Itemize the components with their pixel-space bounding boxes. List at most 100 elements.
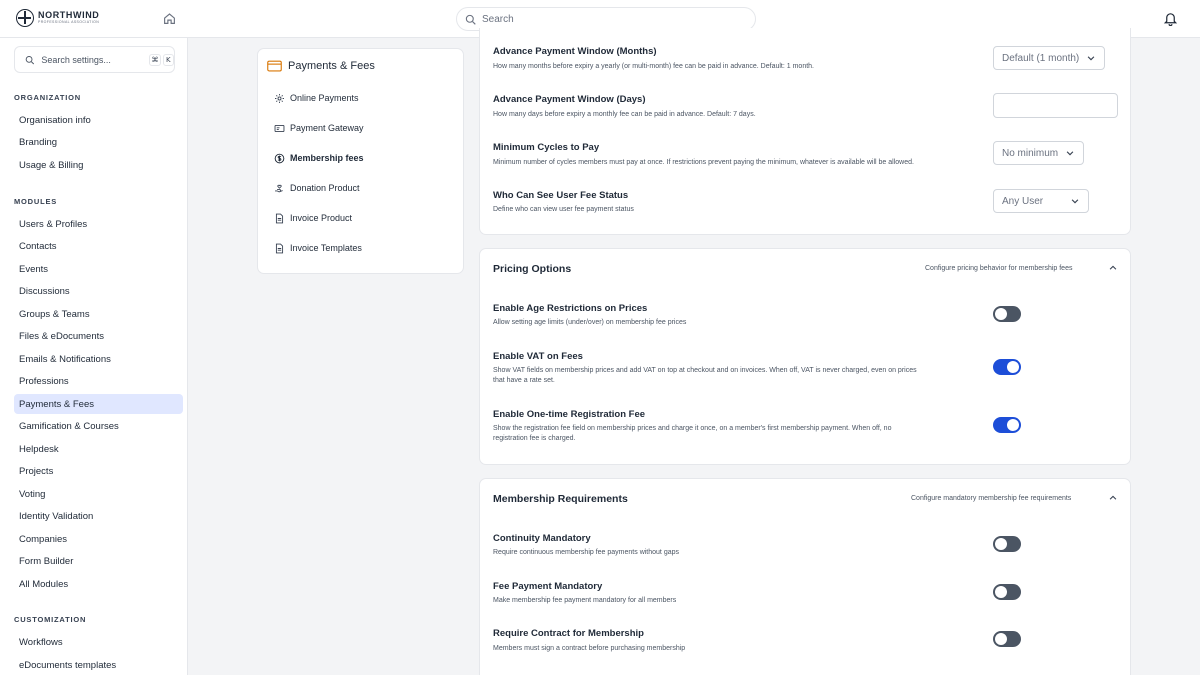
shortcut-key-k: K	[162, 53, 174, 66]
global-search-input[interactable]	[482, 13, 722, 25]
sidebar-item-workflows[interactable]: Workflows	[14, 632, 183, 652]
section-title-customization: CUSTOMIZATION	[14, 615, 87, 624]
min-cycles-select[interactable]: No minimum	[993, 141, 1084, 165]
bell-icon[interactable]	[1163, 11, 1178, 26]
age-restrictions-desc: Allow setting age limits (under/over) on…	[493, 319, 687, 326]
document-icon	[275, 213, 284, 223]
sidebar-item-users-profiles[interactable]: Users & Profiles	[14, 214, 183, 234]
registration-fee-desc-line-1: Show the registration fee field on membe…	[493, 425, 892, 432]
home-icon[interactable]	[163, 12, 176, 25]
toggle-knob	[995, 308, 1007, 320]
sidebar-item-edocuments-templates[interactable]: eDocuments templates	[14, 655, 183, 675]
subnav-item-label: Payment Gateway	[290, 123, 364, 133]
sidebar-item-form-builder[interactable]: Form Builder	[14, 551, 183, 571]
search-icon	[465, 14, 476, 25]
sidebar-item-identity-validation[interactable]: Identity Validation	[14, 506, 183, 526]
card-icon	[274, 124, 285, 132]
membership-requirements-card: Membership Requirements Configure mandat…	[479, 478, 1131, 675]
chevron-up-icon[interactable]	[1108, 493, 1118, 503]
payments-subnav: Payments & Fees Online Payments Payment …	[257, 48, 464, 274]
settings-search-input[interactable]	[41, 54, 132, 65]
fee-status-desc: Define who can view user fee payment sta…	[493, 206, 634, 213]
sidebar-item-all-modules[interactable]: All Modules	[14, 574, 183, 594]
sidebar-item-files-edocuments[interactable]: Files & eDocuments	[14, 326, 183, 346]
toggle-knob	[995, 586, 1007, 598]
subnav-header: Payments & Fees	[267, 60, 375, 72]
advance-days-desc: How many days before expiry a monthly fe…	[493, 111, 756, 118]
min-cycles-title: Minimum Cycles to Pay	[493, 142, 600, 153]
vat-fees-toggle[interactable]	[993, 359, 1021, 375]
pricing-options-card: Pricing Options Configure pricing behavi…	[479, 248, 1131, 465]
settings-sidebar: ⌘ K ORGANIZATION Organisation info Brand…	[0, 38, 188, 675]
subnav-item-payment-gateway[interactable]: Payment Gateway	[274, 119, 454, 137]
sidebar-item-usage-billing[interactable]: Usage & Billing	[14, 155, 183, 175]
fee-payment-mandatory-desc: Make membership fee payment mandatory fo…	[493, 597, 677, 604]
continuity-mandatory-toggle[interactable]	[993, 536, 1021, 552]
fee-status-select[interactable]: Any User	[993, 189, 1089, 213]
fee-payment-mandatory-title: Fee Payment Mandatory	[493, 581, 603, 592]
sidebar-item-branding[interactable]: Branding	[14, 132, 183, 152]
subnav-item-online-payments[interactable]: Online Payments	[274, 89, 454, 107]
compass-logo-icon	[16, 9, 34, 27]
section-title-modules: MODULES	[14, 197, 58, 206]
pricing-options-title: Pricing Options	[493, 263, 572, 275]
settings-search[interactable]: ⌘ K	[14, 46, 175, 73]
sidebar-item-organisation-info[interactable]: Organisation info	[14, 110, 183, 130]
sidebar-item-voting[interactable]: Voting	[14, 484, 183, 504]
pricing-options-hint: Configure pricing behavior for membershi…	[925, 265, 1073, 272]
subnav-item-label: Invoice Templates	[290, 243, 362, 253]
subnav-item-label: Invoice Product	[290, 213, 353, 223]
advance-months-desc: How many months before expiry a yearly (…	[493, 63, 814, 70]
subnav-item-invoice-templates[interactable]: Invoice Templates	[274, 239, 454, 257]
registration-fee-desc: Show the registration fee field on membe…	[493, 424, 891, 444]
sidebar-item-payments-fees[interactable]: Payments & Fees	[14, 394, 183, 414]
sidebar-item-groups-teams[interactable]: Groups & Teams	[14, 304, 183, 324]
sidebar-item-emails-notifications[interactable]: Emails & Notifications	[14, 349, 183, 369]
membership-requirements-title: Membership Requirements	[493, 493, 628, 505]
subnav-item-label: Donation Product	[290, 183, 360, 193]
sidebar-item-companies[interactable]: Companies	[14, 529, 183, 549]
fee-settings-card: Advance Payment Window (Months) How many…	[479, 28, 1131, 235]
require-contract-title: Require Contract for Membership	[493, 628, 644, 639]
dollar-icon	[274, 153, 285, 163]
fee-status-value: Any User	[1002, 195, 1044, 207]
logo[interactable]: NORTHWIND PROFESSIONAL ASSOCIATION	[16, 9, 99, 27]
registration-fee-toggle[interactable]	[993, 417, 1021, 433]
require-contract-toggle[interactable]	[993, 631, 1021, 647]
fee-status-title: Who Can See User Fee Status	[493, 190, 629, 201]
vat-fees-desc-line-1: Show VAT fields on membership prices and…	[493, 367, 917, 374]
vat-fees-desc: Show VAT fields on membership prices and…	[493, 366, 917, 386]
chevron-down-icon	[1071, 199, 1079, 204]
sidebar-item-helpdesk[interactable]: Helpdesk	[14, 439, 183, 459]
brand-tagline: PROFESSIONAL ASSOCIATION	[38, 20, 100, 25]
chevron-up-icon[interactable]	[1108, 263, 1118, 273]
membership-requirements-hint: Configure mandatory membership fee requi…	[911, 495, 1072, 502]
fee-payment-mandatory-toggle[interactable]	[993, 584, 1021, 600]
sidebar-item-events[interactable]: Events	[14, 259, 183, 279]
advance-days-input[interactable]	[993, 93, 1118, 118]
gear-icon	[275, 93, 284, 103]
subnav-item-donation-product[interactable]: Donation Product	[274, 179, 454, 197]
subnav-item-membership-fees[interactable]: Membership fees	[274, 149, 454, 167]
require-contract-desc: Members must sign a contract before purc…	[493, 645, 686, 652]
advance-months-select[interactable]: Default (1 month)	[993, 46, 1105, 70]
min-cycles-desc: Minimum number of cycles members must pa…	[493, 159, 914, 166]
section-title-organization: ORGANIZATION	[14, 93, 81, 102]
sidebar-item-projects[interactable]: Projects	[14, 461, 183, 481]
search-icon	[25, 55, 35, 64]
subnav-item-invoice-product[interactable]: Invoice Product	[274, 209, 454, 227]
chevron-down-icon	[1087, 56, 1095, 61]
continuity-mandatory-title: Continuity Mandatory	[493, 533, 591, 544]
registration-fee-desc-line-2: registration fee is charged.	[493, 435, 576, 443]
sidebar-item-contacts[interactable]: Contacts	[14, 236, 183, 256]
age-restrictions-toggle[interactable]	[993, 306, 1021, 322]
min-cycles-value: No minimum	[1002, 147, 1059, 159]
sidebar-item-professions[interactable]: Professions	[14, 371, 183, 391]
toggle-knob	[1007, 361, 1019, 373]
chevron-down-icon	[1066, 151, 1074, 156]
vat-fees-desc-line-2: that have a rate set.	[493, 377, 555, 385]
subnav-item-label: Online Payments	[290, 93, 359, 103]
sidebar-item-discussions[interactable]: Discussions	[14, 281, 183, 301]
sidebar-item-gamification-courses[interactable]: Gamification & Courses	[14, 416, 183, 436]
advance-days-title: Advance Payment Window (Days)	[493, 94, 646, 105]
